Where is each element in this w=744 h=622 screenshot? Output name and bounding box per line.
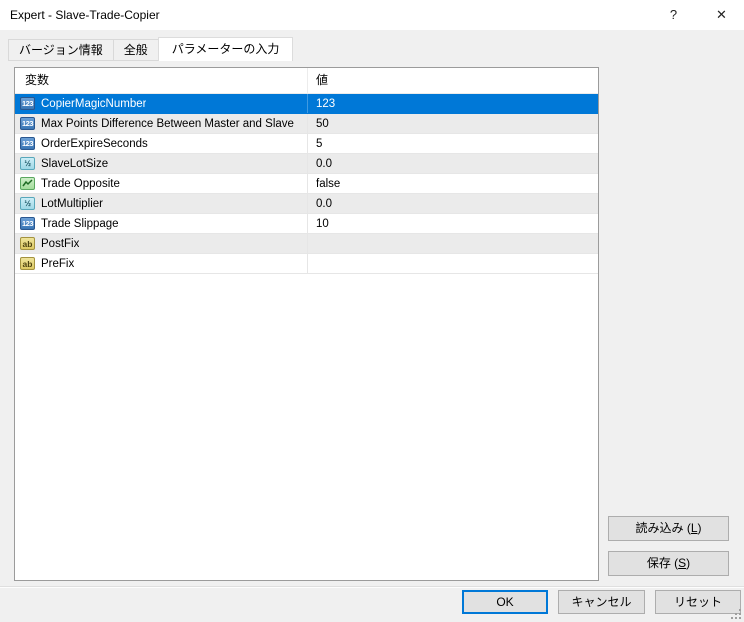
param-name-cell: ab PreFix bbox=[15, 254, 308, 273]
table-body: 123 CopierMagicNumber 123 123 Max Points… bbox=[15, 94, 598, 274]
param-name: Trade Opposite bbox=[41, 177, 120, 190]
param-name-cell: 123 OrderExpireSeconds bbox=[15, 134, 308, 153]
param-name: LotMultiplier bbox=[41, 197, 103, 210]
tab-label: パラメーターの入力 bbox=[171, 42, 280, 56]
int-param-icon: 123 bbox=[20, 97, 35, 110]
save-button[interactable]: 保存 (S) bbox=[608, 551, 729, 576]
ok-button[interactable]: OK bbox=[462, 590, 548, 614]
param-value-cell[interactable]: false bbox=[308, 174, 598, 193]
param-value: false bbox=[316, 177, 341, 190]
int-param-icon: 123 bbox=[20, 217, 35, 230]
help-icon: ? bbox=[669, 7, 678, 22]
param-value: 0.0 bbox=[316, 197, 332, 210]
table-row[interactable]: 123 OrderExpireSeconds 5 bbox=[15, 134, 598, 154]
param-value-cell[interactable]: 123 bbox=[308, 94, 598, 113]
tab-3[interactable]: パラメーターの入力 bbox=[157, 37, 294, 61]
bool-param-icon bbox=[20, 177, 35, 190]
titlebar: Expert - Slave-Trade-Copier ? ✕ bbox=[0, 0, 744, 30]
separator-line bbox=[0, 586, 744, 587]
param-value-cell[interactable]: 0.0 bbox=[308, 194, 598, 213]
column-header-value[interactable]: 値 bbox=[308, 68, 598, 93]
table-header: 変数 値 bbox=[15, 68, 598, 94]
column-header-variable[interactable]: 変数 bbox=[15, 68, 308, 93]
reset-button[interactable]: リセット bbox=[655, 590, 741, 614]
help-button[interactable]: ? bbox=[651, 0, 696, 30]
table-row[interactable]: ½ SlaveLotSize 0.0 bbox=[15, 154, 598, 174]
double-param-icon: ½ bbox=[20, 157, 35, 170]
param-value: 123 bbox=[316, 97, 336, 110]
tab-1[interactable]: バージョン情報 bbox=[8, 39, 114, 61]
tab-2[interactable]: 全般 bbox=[112, 39, 159, 61]
window-title: Expert - Slave-Trade-Copier bbox=[10, 8, 160, 22]
param-name-cell: Trade Opposite bbox=[15, 174, 308, 193]
param-value: 50 bbox=[316, 117, 329, 130]
tab-label: 全般 bbox=[123, 43, 148, 57]
string-param-icon: ab bbox=[20, 237, 35, 250]
param-value: 10 bbox=[316, 217, 329, 230]
table-row[interactable]: Trade Opposite false bbox=[15, 174, 598, 194]
tab-label: バージョン情報 bbox=[19, 43, 103, 57]
table-row[interactable]: ½ LotMultiplier 0.0 bbox=[15, 194, 598, 214]
param-value: 0.0 bbox=[316, 157, 332, 170]
expert-parameters-dialog: Expert - Slave-Trade-Copier ? ✕ バージョン情報 全… bbox=[0, 0, 744, 622]
int-param-icon: 123 bbox=[20, 137, 35, 150]
param-value-cell[interactable] bbox=[308, 254, 598, 273]
string-param-icon: ab bbox=[20, 257, 35, 270]
param-name: PostFix bbox=[41, 237, 80, 250]
param-value-cell[interactable]: 5 bbox=[308, 134, 598, 153]
param-value-cell[interactable]: 50 bbox=[308, 114, 598, 133]
param-name: CopierMagicNumber bbox=[41, 97, 147, 110]
param-value: 5 bbox=[316, 137, 323, 150]
parameters-table: 変数 値 123 CopierMagicNumber 123 123 Max P… bbox=[14, 67, 599, 581]
param-name: SlaveLotSize bbox=[41, 157, 109, 170]
param-name: Trade Slippage bbox=[41, 217, 119, 230]
param-value-cell[interactable]: 0.0 bbox=[308, 154, 598, 173]
table-row[interactable]: ab PreFix bbox=[15, 254, 598, 274]
param-name-cell: 123 Max Points Difference Between Master… bbox=[15, 114, 308, 133]
table-row[interactable]: 123 Trade Slippage 10 bbox=[15, 214, 598, 234]
param-name-cell: ½ LotMultiplier bbox=[15, 194, 308, 213]
table-row[interactable]: 123 CopierMagicNumber 123 bbox=[15, 94, 598, 114]
table-row[interactable]: 123 Max Points Difference Between Master… bbox=[15, 114, 598, 134]
param-name-cell: 123 CopierMagicNumber bbox=[15, 94, 308, 113]
param-name-cell: ½ SlaveLotSize bbox=[15, 154, 308, 173]
int-param-icon: 123 bbox=[20, 117, 35, 130]
param-name: OrderExpireSeconds bbox=[41, 137, 148, 150]
double-param-icon: ½ bbox=[20, 197, 35, 210]
close-button[interactable]: ✕ bbox=[699, 0, 744, 30]
tab-bar: バージョン情報 全般 パラメーターの入力 bbox=[8, 36, 294, 61]
param-name: Max Points Difference Between Master and… bbox=[41, 117, 294, 130]
table-row[interactable]: ab PostFix bbox=[15, 234, 598, 254]
param-value-cell[interactable] bbox=[308, 234, 598, 253]
close-icon: ✕ bbox=[716, 7, 727, 22]
load-button[interactable]: 読み込み (L) bbox=[608, 516, 729, 541]
cancel-button[interactable]: キャンセル bbox=[558, 590, 645, 614]
resize-grip-icon[interactable] bbox=[730, 608, 742, 620]
param-value-cell[interactable]: 10 bbox=[308, 214, 598, 233]
param-name-cell: ab PostFix bbox=[15, 234, 308, 253]
param-name: PreFix bbox=[41, 257, 75, 270]
param-name-cell: 123 Trade Slippage bbox=[15, 214, 308, 233]
